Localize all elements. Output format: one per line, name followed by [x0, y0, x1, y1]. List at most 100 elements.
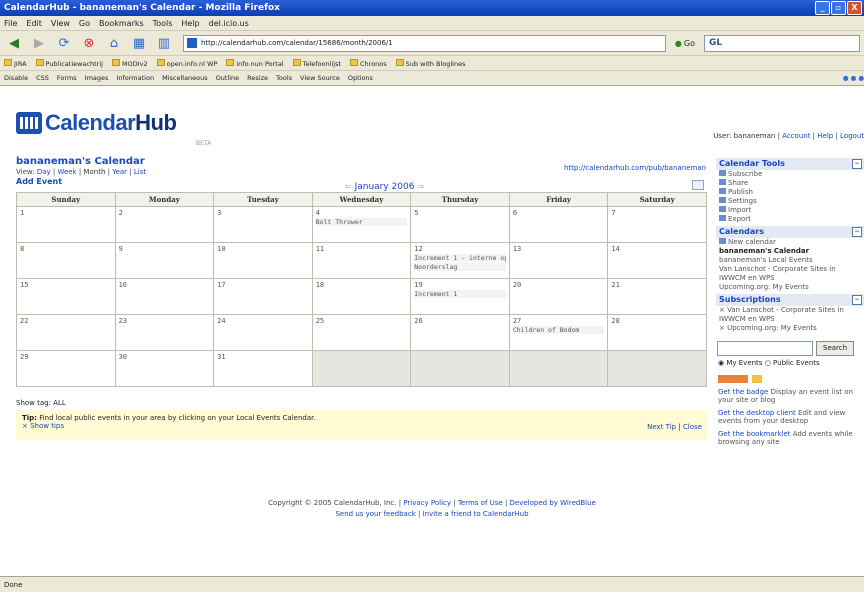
get-badge-link[interactable]: Get the badge: [718, 388, 768, 396]
tool-share[interactable]: Share: [716, 179, 864, 188]
day-cell[interactable]: 2: [114, 206, 215, 243]
calendar-event[interactable]: Children of Bodom: [512, 326, 605, 334]
dev-outline[interactable]: Outline: [216, 74, 240, 82]
day-cell[interactable]: 23: [114, 314, 215, 351]
view-year[interactable]: Year: [112, 168, 127, 176]
go-button[interactable]: ● Go: [675, 39, 695, 48]
subscription-item[interactable]: × Van Lanschot - Corporate Sites in IWWC…: [716, 306, 864, 324]
dev-disable[interactable]: Disable: [4, 74, 28, 82]
help-link[interactable]: Help: [817, 132, 833, 140]
prev-month-icon[interactable]: ⇐: [345, 182, 352, 191]
developer-link[interactable]: Developed by WiredBlue: [510, 499, 596, 507]
day-cell[interactable]: 26: [410, 314, 510, 351]
badge-icon[interactable]: [718, 375, 748, 383]
collapse-icon[interactable]: −: [852, 159, 862, 169]
calendar-event[interactable]: Increment 1: [414, 290, 506, 298]
day-cell[interactable]: 22: [16, 314, 116, 351]
view-week[interactable]: Week: [57, 168, 76, 176]
day-cell[interactable]: 31: [213, 350, 313, 387]
rss-icon[interactable]: [752, 375, 762, 383]
menu-go[interactable]: Go: [79, 19, 90, 28]
back-icon[interactable]: ◀: [4, 34, 24, 52]
day-cell[interactable]: [410, 350, 510, 387]
menu-help[interactable]: Help: [181, 19, 199, 28]
menu-bookmarks[interactable]: Bookmarks: [99, 19, 144, 28]
day-cell[interactable]: 15: [16, 278, 116, 315]
view-list[interactable]: List: [134, 168, 146, 176]
dev-css[interactable]: CSS: [36, 74, 49, 82]
day-cell[interactable]: 10: [213, 242, 313, 279]
bookmark-jira[interactable]: JIRA: [4, 59, 27, 68]
menu-edit[interactable]: Edit: [26, 19, 42, 28]
tool-settings[interactable]: Settings: [716, 197, 864, 206]
search-input[interactable]: GL: [704, 34, 860, 52]
terms-link[interactable]: Terms of Use: [458, 499, 503, 507]
dev-tools[interactable]: Tools: [276, 74, 292, 82]
subscription-item[interactable]: × Upcoming.org: My Events: [716, 324, 864, 333]
tool-subscribe[interactable]: Subscribe: [716, 170, 864, 179]
day-cell[interactable]: 14: [607, 242, 707, 279]
bookmark-icon[interactable]: ▦: [129, 34, 149, 52]
public-events-radio[interactable]: ○ Public Events: [765, 359, 820, 367]
next-month-icon[interactable]: ⇒: [417, 182, 424, 191]
history-icon[interactable]: ▥: [154, 34, 174, 52]
day-cell[interactable]: 13: [508, 242, 609, 279]
day-cell[interactable]: 20: [508, 278, 609, 315]
day-cell[interactable]: 17: [213, 278, 313, 315]
menu-view[interactable]: View: [51, 19, 70, 28]
logout-link[interactable]: Logout: [840, 132, 864, 140]
day-cell[interactable]: 16: [114, 278, 215, 315]
close-tip-link[interactable]: Close: [683, 423, 702, 431]
day-cell[interactable]: 7: [607, 206, 707, 243]
calendar-item[interactable]: bananeman's Calendar: [716, 247, 864, 256]
stop-icon[interactable]: ⊗: [79, 34, 99, 52]
bookmark-open-info[interactable]: open.info.nl WP: [157, 59, 218, 68]
calendar-event[interactable]: Noorderslag: [414, 263, 506, 271]
day-cell[interactable]: 9: [114, 242, 215, 279]
view-month[interactable]: Month: [83, 168, 105, 176]
calendar-event[interactable]: Bolt Thrower: [315, 218, 408, 226]
day-cell[interactable]: 24: [213, 314, 313, 351]
reload-icon[interactable]: ⟳: [54, 34, 74, 52]
bookmark-publicatiewachtrij[interactable]: Publicatiewachtrij: [36, 59, 103, 68]
my-events-radio[interactable]: ◉ My Events: [718, 359, 762, 367]
dev-information[interactable]: Information: [116, 74, 154, 82]
tool-import[interactable]: Import: [716, 206, 864, 215]
bookmark-bloglines[interactable]: Sub with Bloglines: [396, 59, 466, 68]
tool-export[interactable]: Export: [716, 215, 864, 224]
show-tag[interactable]: Show tag: ALL: [16, 399, 66, 407]
dev-options[interactable]: Options: [348, 74, 373, 82]
day-cell[interactable]: 3: [213, 206, 313, 243]
print-icon[interactable]: [692, 180, 704, 190]
event-search-input[interactable]: [717, 341, 813, 356]
tool-publish[interactable]: Publish: [716, 188, 864, 197]
next-tip-link[interactable]: Next Tip: [647, 423, 676, 431]
collapse-icon[interactable]: −: [852, 295, 862, 305]
dev-resize[interactable]: Resize: [247, 74, 268, 82]
new-calendar-link[interactable]: New calendar: [716, 238, 864, 247]
menu-file[interactable]: File: [4, 19, 17, 28]
day-cell[interactable]: 6: [508, 206, 609, 243]
day-cell[interactable]: 30: [114, 350, 215, 387]
public-url-link[interactable]: http://calendarhub.com/pub/bananeman: [564, 164, 706, 172]
day-cell[interactable]: 8: [16, 242, 116, 279]
bookmark-info-portal[interactable]: info.nun Portal: [226, 59, 283, 68]
dev-miscellaneous[interactable]: Miscellaneous: [162, 74, 208, 82]
day-cell[interactable]: 25: [311, 314, 412, 351]
close-button[interactable]: X: [847, 1, 862, 15]
bookmark-chronos[interactable]: Chronos: [350, 59, 387, 68]
bookmark-telefoonlijst[interactable]: Telefoonlijst: [293, 59, 341, 68]
menu-tools[interactable]: Tools: [153, 19, 173, 28]
home-icon[interactable]: ⌂: [104, 34, 124, 52]
day-cell[interactable]: 11: [311, 242, 412, 279]
day-cell[interactable]: [607, 350, 707, 387]
day-cell[interactable]: [508, 350, 609, 387]
get-bookmarklet-link[interactable]: Get the bookmarklet: [718, 430, 791, 438]
day-cell[interactable]: 28: [607, 314, 707, 351]
feedback-link[interactable]: Send us your feedback: [335, 510, 415, 518]
search-button[interactable]: Search: [816, 341, 855, 356]
day-cell[interactable]: 12Increment 1 - interne opleveringNoorde…: [410, 242, 510, 279]
day-cell[interactable]: 5: [410, 206, 510, 243]
dev-images[interactable]: Images: [85, 74, 109, 82]
dev-forms[interactable]: Forms: [57, 74, 77, 82]
